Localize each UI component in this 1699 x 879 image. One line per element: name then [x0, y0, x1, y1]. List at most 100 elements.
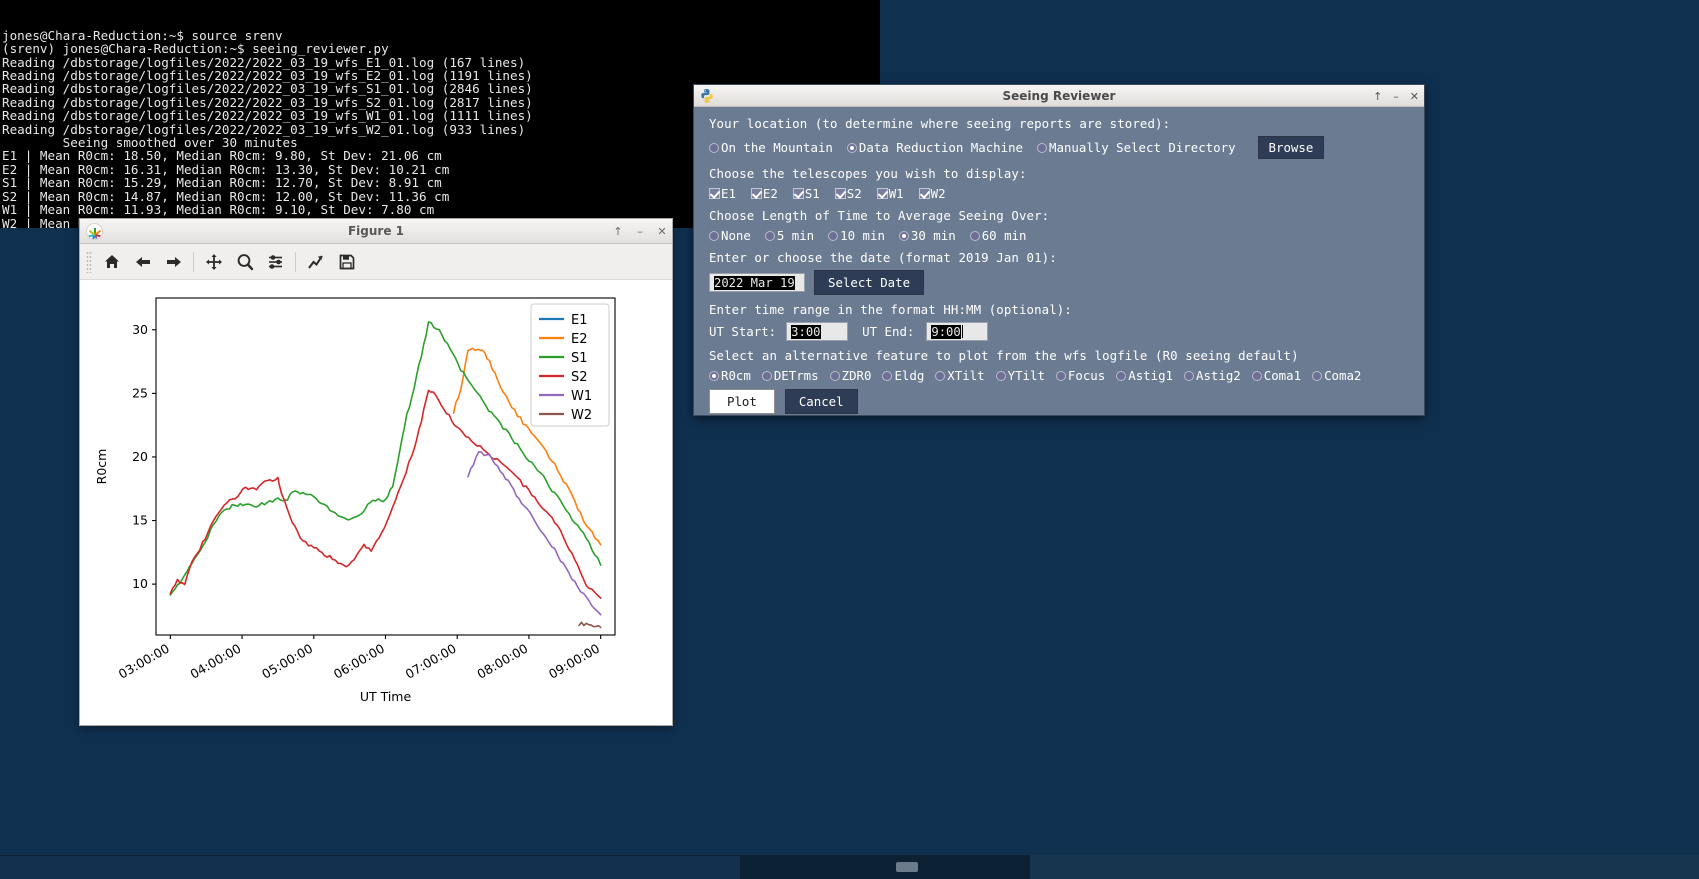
telescope-checkbox-group[interactable]: E1 E2 S1 S2 W1 W2 [709, 186, 1412, 201]
home-icon[interactable] [96, 248, 127, 276]
browse-button[interactable]: Browse [1257, 136, 1325, 159]
radio-label: R0cm [721, 368, 751, 383]
terminal-line: Reading /dbstorage/logfiles/2022/2022_03… [2, 68, 533, 84]
select-date-button[interactable]: Select Date [814, 270, 925, 295]
radio-dot-icon [846, 142, 857, 153]
minimize-icon[interactable]: – [634, 226, 646, 237]
feature-option-focus[interactable]: Focus [1055, 368, 1106, 383]
feature-option-xtilt[interactable]: XTilt [935, 368, 985, 383]
matplotlib-logo-icon [86, 222, 103, 240]
feature-option-eldg[interactable]: Eldg [882, 368, 924, 383]
checkbox-label: E2 [762, 186, 778, 201]
checkbox-label: S2 [846, 186, 862, 201]
figure-titlebar[interactable]: Figure 1 ↑ – ✕ [80, 219, 672, 244]
taskbar-handle[interactable] [896, 862, 918, 872]
legend-label-E1: E1 [571, 313, 588, 328]
taskbar[interactable] [0, 855, 1699, 879]
y-tick-label: 30 [132, 322, 148, 337]
location-option-data-reduction-machine[interactable]: Data Reduction Machine [846, 140, 1023, 155]
save-floppy-icon[interactable] [331, 248, 362, 276]
average-option-none[interactable]: None [709, 228, 751, 243]
ut-start-value: 3:00 [791, 324, 821, 339]
cancel-button[interactable]: Cancel [784, 389, 858, 414]
feature-option-coma2[interactable]: Coma2 [1312, 368, 1361, 383]
y-axis-label: R0cm [94, 449, 109, 485]
radio-label: XTilt [947, 368, 985, 383]
legend-label-S1: S1 [571, 351, 588, 366]
telescope-option-w1[interactable]: W1 [876, 186, 904, 201]
average-radio-group[interactable]: None 5 min 10 min 30 min 60 min [709, 228, 1412, 243]
location-radio-group[interactable]: On the Mountain Data Reduction Machine Man… [709, 140, 1250, 155]
pan-move-icon[interactable] [198, 248, 229, 276]
series-W1 [467, 451, 602, 616]
reviewer-window-title: Seeing Reviewer [1002, 88, 1116, 103]
radio-dot-icon [761, 370, 772, 381]
location-option-manually-select-directory[interactable]: Manually Select Directory [1037, 140, 1236, 155]
radio-label: 30 min [910, 228, 956, 243]
feature-option-r0cm[interactable]: R0cm [709, 368, 751, 383]
matplotlib-navigation-toolbar[interactable] [80, 244, 672, 280]
radio-label: Coma1 [1263, 368, 1302, 383]
action-buttons-row: Plot Cancel [709, 389, 1412, 414]
reviewer-window-controls[interactable]: ↑ – ✕ [1373, 85, 1419, 107]
ut-end-input[interactable]: 9:00 [926, 322, 989, 341]
figure-window-controls[interactable]: ↑ – ✕ [612, 219, 668, 244]
close-icon[interactable]: ✕ [656, 226, 668, 237]
feature-option-coma1[interactable]: Coma1 [1251, 368, 1302, 383]
maximize-icon[interactable]: ↑ [1373, 91, 1382, 102]
close-icon[interactable]: ✕ [1410, 91, 1419, 102]
x-tick-label: 06:00:00 [331, 641, 387, 682]
reviewer-titlebar[interactable]: Seeing Reviewer ↑ – ✕ [694, 85, 1424, 107]
radio-label: 5 min [776, 228, 815, 243]
back-arrow-icon[interactable] [127, 248, 158, 276]
radio-label: Focus [1067, 368, 1106, 383]
feature-option-astig1[interactable]: Astig1 [1116, 368, 1173, 383]
telescope-option-w2[interactable]: W2 [918, 186, 946, 201]
average-option-10-min[interactable]: 10 min [828, 228, 885, 243]
telescope-option-s2[interactable]: S2 [834, 186, 862, 201]
reviewer-form: Your location (to determine where seeing… [694, 107, 1424, 414]
telescope-option-e2[interactable]: E2 [750, 186, 778, 201]
plot-button[interactable]: Plot [709, 389, 775, 414]
seeing-reviewer-dialog[interactable]: Seeing Reviewer ↑ – ✕ Your location (to … [693, 84, 1425, 416]
matplotlib-figure-window[interactable]: Figure 1 ↑ – ✕ 10 15 20 25 30 R0cm 03:00… [79, 218, 673, 726]
average-option-60-min[interactable]: 60 min [969, 228, 1026, 243]
feature-option-ytilt[interactable]: YTilt [995, 368, 1045, 383]
zoom-magnifier-icon[interactable] [229, 248, 260, 276]
radio-dot-icon [709, 142, 719, 153]
feature-radio-group[interactable]: R0cm DETrms ZDR0 Eldg XTilt YTilt Focus Astig1 A… [709, 368, 1412, 383]
radio-label: Manually Select Directory [1049, 140, 1236, 155]
feature-option-detrms[interactable]: DETrms [761, 368, 819, 383]
date-input[interactable]: 2022 Mar 19 [709, 273, 805, 292]
telescope-option-s1[interactable]: S1 [792, 186, 820, 201]
seeing-line-chart: 10 15 20 25 30 R0cm 03:00:00 04:00:00 05:00:00 06… [94, 297, 616, 704]
taskbar-center-panel[interactable] [740, 855, 1030, 879]
feature-option-zdr0[interactable]: ZDR0 [829, 368, 871, 383]
telescope-option-e1[interactable]: E1 [709, 186, 736, 201]
taskbar-right-panel[interactable] [1030, 855, 1699, 879]
average-option-5-min[interactable]: 5 min [764, 228, 815, 243]
maximize-icon[interactable]: ↑ [612, 226, 624, 237]
y-tick-label: 25 [132, 385, 148, 400]
ut-start-input[interactable]: 3:00 [786, 322, 849, 341]
radio-label: DETrms [773, 368, 819, 383]
x-tick-label: 08:00:00 [474, 641, 530, 682]
feature-option-astig2[interactable]: Astig2 [1184, 368, 1241, 383]
terminal-line: Reading /dbstorage/logfiles/2022/2022_03… [2, 54, 526, 70]
average-option-30-min[interactable]: 30 min [898, 228, 956, 243]
checkbox-check-icon [876, 188, 888, 199]
toolbar-drag-handle[interactable] [86, 250, 92, 273]
location-option-on-the-mountain[interactable]: On the Mountain [709, 140, 833, 155]
forward-arrow-icon[interactable] [158, 248, 189, 276]
checkbox-check-icon [918, 188, 930, 199]
configure-subplots-icon[interactable] [260, 248, 291, 276]
date-input-value: 2022 Mar 19 [714, 275, 795, 290]
radio-dot-icon [898, 230, 909, 241]
checkbox-check-icon [792, 188, 804, 199]
minimize-icon[interactable]: – [1393, 91, 1399, 102]
checkbox-check-icon [750, 188, 762, 199]
edit-axis-curve-icon[interactable] [300, 248, 331, 276]
x-tick-label: 09:00:00 [546, 641, 602, 682]
figure-plot-area[interactable]: 10 15 20 25 30 R0cm 03:00:00 04:00:00 05:00:00 06… [80, 280, 672, 725]
terminal-line: jones@Chara-Reduction:~$ source srenv [2, 27, 283, 43]
